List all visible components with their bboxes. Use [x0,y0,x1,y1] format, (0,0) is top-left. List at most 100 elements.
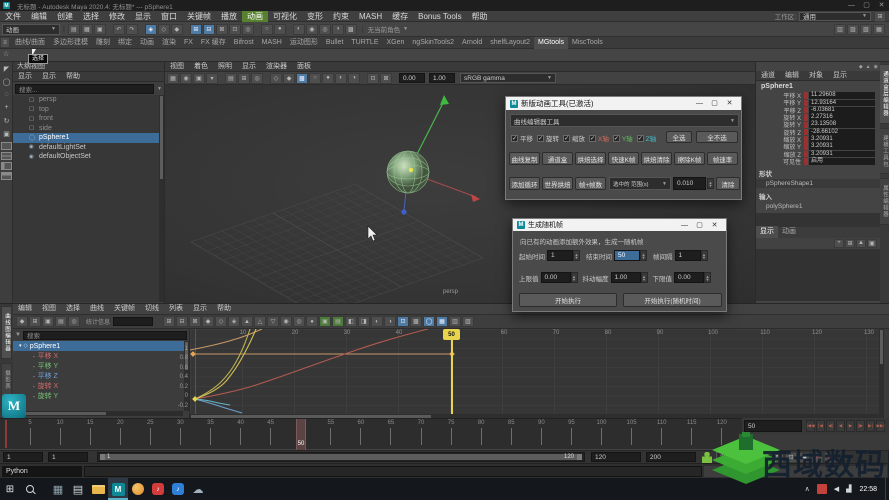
outliner-scrollbar[interactable] [159,95,164,302]
spinner[interactable]: ▲ ▼ [570,272,578,283]
spinner[interactable]: ▲ ▼ [640,272,648,283]
tool-button[interactable]: 曲线复制 [509,152,540,165]
run-button[interactable]: 开始执行 [519,293,617,307]
exposure-field[interactable]: 0.00 [399,73,425,83]
normalized-view-icon[interactable]: ⊠ [189,316,202,327]
graph-tree-channel[interactable]: ▪ 旋转 X [13,381,189,391]
graph-tree-channel[interactable]: ▪ 平移 X [13,351,189,361]
swap-buffer-icon[interactable]: ◎ [293,316,306,327]
lower-limit-field[interactable]: 0.00 [674,272,704,283]
step-fwd-key-button[interactable]: |▶ [856,420,865,432]
spinner[interactable]: ▲ ▼ [700,250,708,261]
outliner-item[interactable]: ▢ front [13,114,164,124]
menu-item[interactable]: 缓存 [387,11,413,22]
workspace-settings-icon[interactable]: ⊞ [874,10,886,22]
new-scene-icon[interactable]: ▤ [67,23,80,35]
music-app-icon[interactable]: ♪ [148,478,168,500]
manip-icon[interactable]: ◆ [859,64,863,70]
tool-button[interactable]: 烘焙清除 [641,152,672,165]
layout-persp-outliner-button[interactable] [0,162,12,170]
clamped-tangent-icon[interactable]: ◇ [215,316,228,327]
outliner-item[interactable]: ◉ defaultLightSet [13,143,164,153]
playhead-flag[interactable]: 50 [443,329,460,340]
axis-checkbox[interactable]: ✓ X轴 [589,133,609,143]
pre-infinity-icon[interactable]: ⊡ [397,316,410,327]
clamp-icon[interactable]: ⊡ [785,451,797,463]
tool-button[interactable]: 通道盒 [542,152,573,165]
save-scene-icon[interactable]: ▣ [93,23,106,35]
network-icon[interactable]: ▟ [846,485,851,493]
menu-item[interactable]: 窗口 [156,11,182,22]
move-keys-icon[interactable]: ◆ [16,316,28,327]
maya-taskbar-icon[interactable]: M [108,478,128,500]
anim-start-field[interactable]: 1 [3,452,43,462]
shelf-tab[interactable]: Arnold [458,37,486,49]
go-to-start-button[interactable]: |◀◀ [806,420,815,432]
colorspace-select[interactable]: sRGB gamma ▼ [460,73,556,83]
dialog-title-bar[interactable]: M 新版动画工具(已激活) — ▢ ✕ [506,97,741,110]
sidebar-tab[interactable]: 建模工具包 [880,127,889,174]
viewport-menu-item[interactable]: 面板 [292,62,316,72]
unify-tangent-icon[interactable]: ▣ [319,316,332,327]
channelbox-menu-item[interactable]: 通道 [756,71,780,81]
axis-checkbox[interactable]: ✓ 旋转 [537,133,559,143]
editor-tab[interactable]: 曲线图编辑器 [1,306,12,359]
shelf-tab[interactable]: XGen [383,37,409,49]
graph-tree-root[interactable]: ▾ ◇ pSphere1 [13,341,189,351]
post-infinity-icon[interactable]: ▩ [410,316,423,327]
menuset-select[interactable]: 动画 ▼ [2,23,60,35]
shelf-tab[interactable]: 运动图形 [286,37,322,49]
tool-button[interactable]: 帧+帧数 [575,177,606,190]
spinner[interactable]: ▲ ▼ [704,272,711,283]
lighting-icon[interactable]: ○ [309,72,321,84]
move-tool-icon[interactable]: + [0,101,13,114]
viewport-menu-item[interactable]: 照明 [213,62,237,72]
shelf-tab[interactable]: Bifrost [230,37,258,49]
axis-checkbox[interactable]: ✓ 平移 [511,133,533,143]
graph-tree-channel[interactable]: ▪ 平移 Z [13,371,189,381]
xray-icon[interactable]: ⊠ [380,72,392,84]
menu-item[interactable]: 帮助 [467,11,493,22]
camera-attributes-icon[interactable]: ▣ [193,72,205,84]
channel-value[interactable]: 2.27316 [809,114,875,121]
spinner[interactable]: ▲ ▼ [573,250,580,261]
motion-blur-icon[interactable]: ◑ [348,72,360,84]
sidebar-tab[interactable]: 属性编辑器 [880,178,889,225]
make-live-icon[interactable]: ○ [260,23,273,35]
app-icon-2[interactable]: ▤ [68,478,88,500]
pan-zoom-icon[interactable]: ⊞ [238,72,250,84]
layout-four-view-button[interactable] [0,152,12,160]
tree-h-scrollbar[interactable] [15,411,183,416]
range-handle-left[interactable] [100,454,105,460]
stacked-view-icon[interactable]: ⊟ [176,316,189,327]
play-forwards-button[interactable]: ▶ [846,420,855,432]
time-slider[interactable]: 5 10 15 20 25 30 35 40 45 50 55 60 65 70 75 80 85 90 95 100… [0,418,742,450]
curve-v-scrollbar[interactable] [879,329,884,414]
attribute-editor-icon[interactable]: ▧ [860,23,872,35]
app-icon-1[interactable]: ▦ [48,478,68,500]
textured-icon[interactable]: ▩ [296,72,308,84]
shelf-menu-icon[interactable]: ≡ [0,37,10,48]
channel-value[interactable]: 3.20931 [809,143,875,151]
break-tangent-icon[interactable]: ● [306,316,319,327]
shelf-tab[interactable]: 曲线/曲面 [11,37,49,49]
graph-editor-menu-item[interactable]: 视图 [37,304,61,314]
shelf-tab[interactable]: 渲染 [158,37,180,49]
shelf-tab[interactable]: shelfLayout2 [486,37,534,49]
shelf-tab[interactable]: 动画 [136,37,158,49]
anim-end-field[interactable]: 200 [646,452,696,462]
region-tool-icon[interactable]: ▥ [449,316,462,327]
insert-keys-icon[interactable]: ⊞ [29,316,41,327]
frame-step-field[interactable]: 1 [674,250,701,261]
shadows-icon[interactable]: ● [322,72,334,84]
layer-up-icon[interactable]: ▲ [856,238,866,248]
select-tool-icon[interactable]: ◈ [144,23,157,35]
channelbox-menu-item[interactable]: 编辑 [780,71,804,81]
undo-icon[interactable]: ↶ [112,23,125,35]
graph-editor-menu-item[interactable]: 帮助 [212,304,236,314]
menu-item[interactable]: 播放 [216,11,242,22]
spinner[interactable]: ▲ ▼ [640,250,647,261]
auto-key-icon[interactable]: ● [811,451,823,463]
lattice-deform-icon[interactable]: ▣ [42,316,54,327]
channelbox-menu-item[interactable]: 显示 [828,71,852,81]
